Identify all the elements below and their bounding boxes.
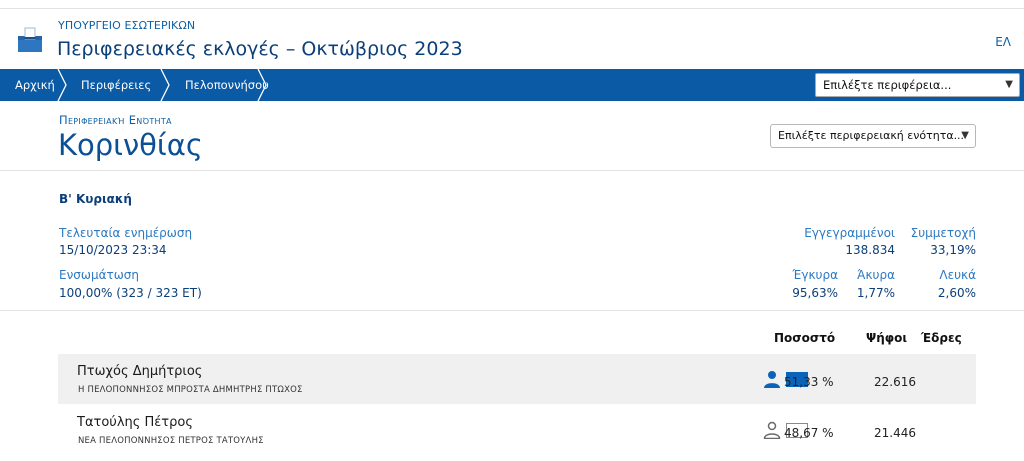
language-switch[interactable]: ΕΛ <box>995 35 1011 49</box>
last-update-value: 15/10/2023 23:34 <box>59 243 167 257</box>
blank-label: Λευκά <box>939 268 976 282</box>
divider <box>0 170 1024 171</box>
site-header: ΥΠΟΥΡΓΕΙΟ ΕΣΩΤΕΡΙΚΩΝ Περιφερειακές εκλογ… <box>0 9 1024 69</box>
last-update-label: Τελευταία ενημέρωση <box>59 226 193 240</box>
chevron-down-icon: ▼ <box>1005 79 1013 90</box>
ministry-name: ΥΠΟΥΡΓΕΙΟ ΕΣΩΤΕΡΙΚΩΝ <box>58 19 196 32</box>
candidate-name: Πτωχός Δημήτριος <box>77 364 203 379</box>
breadcrumb-home[interactable]: Αρχική <box>15 69 55 101</box>
turnout-value: 33,19% <box>930 243 976 257</box>
unit-subtitle: Περιφερειακή Ενότητα <box>59 113 172 127</box>
invalid-label: Άκυρα <box>857 268 895 282</box>
round-label: Β' Κυριακή <box>59 192 132 206</box>
column-header-votes: Ψήφοι <box>866 331 908 345</box>
page-title[interactable]: Περιφερειακές εκλογές – Οκτώβριος 2023 <box>57 38 463 60</box>
candidate-party: ΝΕΑ ΠΕΛΟΠΟΝΝΗΣΟΣ ΠΕΤΡΟΣ ΤΑΤΟΥΛΗΣ <box>78 436 264 446</box>
divider <box>0 310 1024 311</box>
invalid-value: 1,77% <box>856 286 895 300</box>
valid-value: 95,63% <box>792 286 838 300</box>
chevron-right-icon <box>160 69 170 101</box>
candidate-votes: 21.446 <box>874 426 916 440</box>
registered-value: 138.834 <box>845 243 895 257</box>
incorporation-value: 100,00% (323 / 323 ΕΤ) <box>59 286 202 300</box>
valid-label: Έγκυρα <box>792 268 838 282</box>
person-icon <box>763 421 781 439</box>
unit-select-value: Επιλέξτε περιφερειακή ενότητα... <box>778 129 965 142</box>
registered-label: Εγγεγραμμένοι <box>804 226 895 240</box>
incorporation-label: Ενσωμάτωση <box>59 268 139 282</box>
candidate-row[interactable]: Τατούλης Πέτρος ΝΕΑ ΠΕΛΟΠΟΝΝΗΣΟΣ ΠΕΤΡΟΣ … <box>58 405 976 455</box>
breadcrumb-regions[interactable]: Περιφέρειες <box>81 69 151 101</box>
blank-value: 2,60% <box>937 286 976 300</box>
candidate-percent: 51,33 % <box>784 375 834 389</box>
chevron-down-icon: ▼ <box>961 130 969 141</box>
column-header-seats: Έδρες <box>921 331 962 345</box>
breadcrumb-bar: Αρχική Περιφέρειες Πελοποννήσου Επιλέξτε… <box>0 69 1024 101</box>
unit-select[interactable]: Επιλέξτε περιφερειακή ενότητα... ▼ <box>770 124 976 148</box>
column-header-percent: Ποσοστό <box>774 331 836 345</box>
chevron-right-icon <box>57 69 67 101</box>
candidate-percent: 48,67 % <box>784 426 834 440</box>
candidate-votes: 22.616 <box>874 375 916 389</box>
person-icon <box>764 371 780 388</box>
candidate-name: Τατούλης Πέτρος <box>77 415 193 430</box>
chevron-right-icon <box>257 69 267 101</box>
candidate-party: Η ΠΕΛΟΠΟΝΝΗΣΟΣ ΜΠΡΟΣΤΑ ΔΗΜΗΤΡΗΣ ΠΤΩΧΟΣ <box>78 385 303 395</box>
candidate-row[interactable]: Πτωχός Δημήτριος Η ΠΕΛΟΠΟΝΝΗΣΟΣ ΜΠΡΟΣΤΑ … <box>58 354 976 404</box>
unit-name: Κορινθίας <box>58 128 203 162</box>
region-select[interactable]: Επιλέξτε περιφέρεια... ▼ <box>815 73 1020 97</box>
turnout-label: Συμμετοχή <box>910 226 976 240</box>
ballot-box-icon <box>18 27 42 52</box>
region-select-value: Επιλέξτε περιφέρεια... <box>823 78 952 92</box>
